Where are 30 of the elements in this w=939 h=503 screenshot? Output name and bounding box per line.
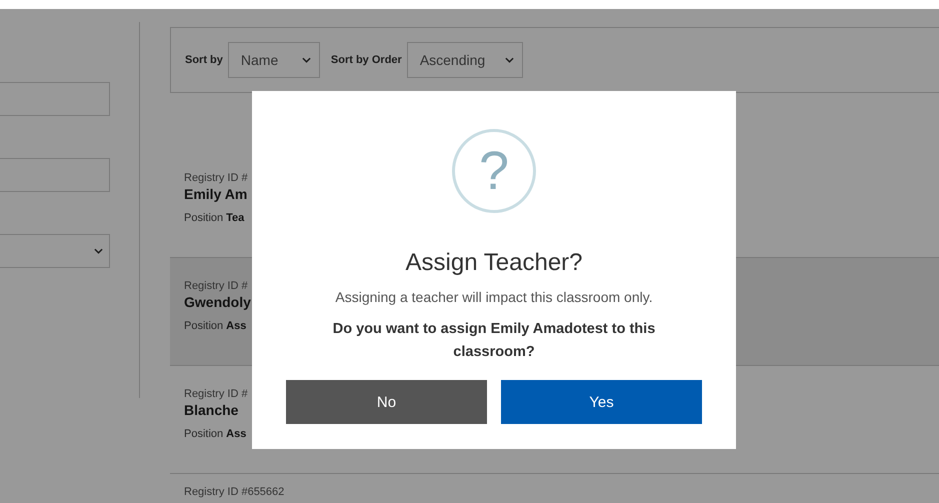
- position-value: Ass: [226, 428, 246, 440]
- registry-id: Registry ID #: [184, 280, 248, 292]
- position-label: Position: [184, 212, 224, 224]
- sort-label: Sort by Order: [330, 54, 402, 66]
- input-field[interactable]: [0, 82, 110, 116]
- chevron-icon: [504, 57, 514, 63]
- position-label: Position: [184, 320, 224, 332]
- position-label: Position: [184, 428, 224, 440]
- input-field[interactable]: [0, 158, 110, 192]
- staff-name: Gwendoly: [184, 294, 251, 310]
- staff-item[interactable]: Registry ID #655662: [170, 474, 939, 503]
- dropdown-field[interactable]: [0, 234, 110, 268]
- staff-name: Blanche: [184, 402, 238, 418]
- dialog-title: Assign Teacher?: [406, 249, 582, 277]
- dialog-question: Do you want to assign Emily Amadotest to this classroom?: [332, 320, 656, 362]
- chevron-icon: [94, 248, 103, 254]
- sort-dropdown[interactable]: Ascending: [406, 42, 523, 78]
- position-value: Ass: [226, 320, 246, 332]
- position-value: Tea: [226, 212, 244, 224]
- sort-dropdown[interactable]: Name: [228, 42, 320, 78]
- registry-id: Registry ID #: [184, 172, 248, 184]
- question-icon: ?: [452, 129, 536, 213]
- staff-name: Emily Am: [184, 186, 248, 202]
- registry-id: Registry ID #655662: [184, 486, 284, 498]
- chevron-icon: [302, 57, 311, 63]
- cancel-button[interactable]: No: [286, 380, 487, 424]
- registry-id: Registry ID #: [184, 388, 248, 400]
- sort-label: Sort by: [185, 54, 223, 66]
- confirm-button[interactable]: Yes: [501, 380, 702, 424]
- dialog-message: Assigning a teacher will impact this classroom only.: [335, 289, 653, 305]
